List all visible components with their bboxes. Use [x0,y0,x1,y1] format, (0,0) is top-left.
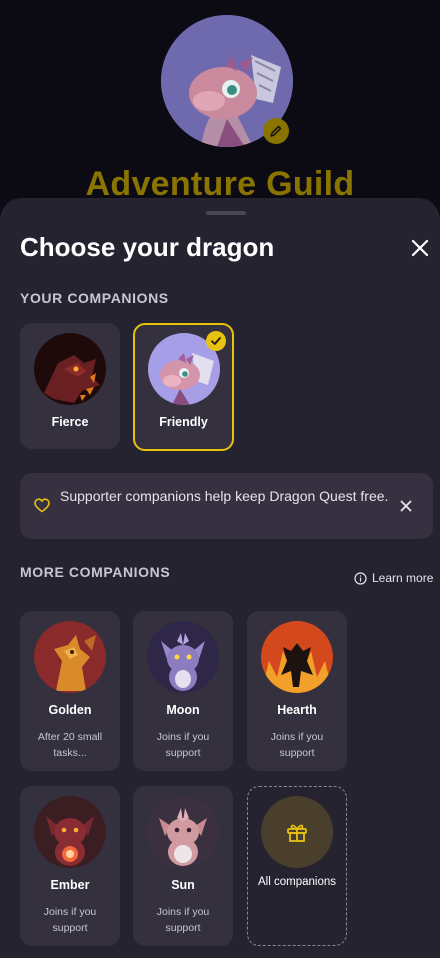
info-icon [354,571,367,585]
all-companions-button[interactable]: All companions [247,786,347,946]
dragon-portrait [34,621,106,693]
companion-unlock-text: Joins if you support [43,906,97,934]
more-companions-heading: MORE COMPANIONS [20,564,171,580]
gift-icon-circle [261,796,333,868]
companion-card-hearth[interactable]: Hearth Joins if you support [247,611,347,771]
companion-card-golden[interactable]: Golden After 20 small tasks... [20,611,120,771]
companion-name: Ember [50,878,90,892]
your-companions-heading: YOUR COMPANIONS [20,290,169,306]
selected-check-badge [206,331,226,351]
companion-name: Golden [48,703,92,717]
dragon-portrait [261,621,333,693]
companion-name: Friendly [159,415,208,429]
close-icon [411,239,429,257]
learn-more-label: Learn more [372,571,434,585]
checkmark-icon [211,337,221,345]
all-companions-label: All companions [258,876,336,888]
sheet-title: Choose your dragon [20,232,275,262]
companion-card-sun[interactable]: Sun Joins if you support [133,786,233,946]
companion-name: Fierce [51,415,89,429]
banner-text: Supporter companions help keep Dragon Qu… [60,488,389,504]
companion-card-friendly[interactable]: Friendly [133,323,234,451]
dragon-portrait [34,333,106,405]
drag-handle[interactable] [206,211,246,215]
close-icon [400,500,412,512]
companion-name: Sun [171,878,195,892]
companion-unlock-text: Joins if you support [270,731,324,759]
dragon-portrait [147,796,219,868]
supporter-banner: Supporter companions help keep Dragon Qu… [20,473,433,539]
companion-card-ember[interactable]: Ember Joins if you support [20,786,120,946]
companion-unlock-text: After 20 small tasks... [37,731,103,759]
close-button[interactable] [406,234,434,262]
companion-card-moon[interactable]: Moon Joins if you support [133,611,233,771]
companion-unlock-text: Joins if you support [156,906,210,934]
pencil-icon [270,125,282,137]
gift-icon [287,824,307,842]
learn-more-link[interactable]: Learn more [354,571,433,585]
companion-name: Moon [166,703,200,717]
dragon-portrait [34,796,106,868]
dragon-portrait [147,621,219,693]
choose-dragon-sheet: Choose your dragon YOUR COMPANIONS Fierc… [0,198,440,958]
companion-name: Hearth [277,703,317,717]
companion-unlock-text: Joins if you support [156,731,210,759]
dismiss-banner-button[interactable] [398,498,414,514]
edit-avatar-button[interactable] [263,118,289,144]
heart-icon [34,498,50,513]
companion-card-fierce[interactable]: Fierce [20,323,120,449]
